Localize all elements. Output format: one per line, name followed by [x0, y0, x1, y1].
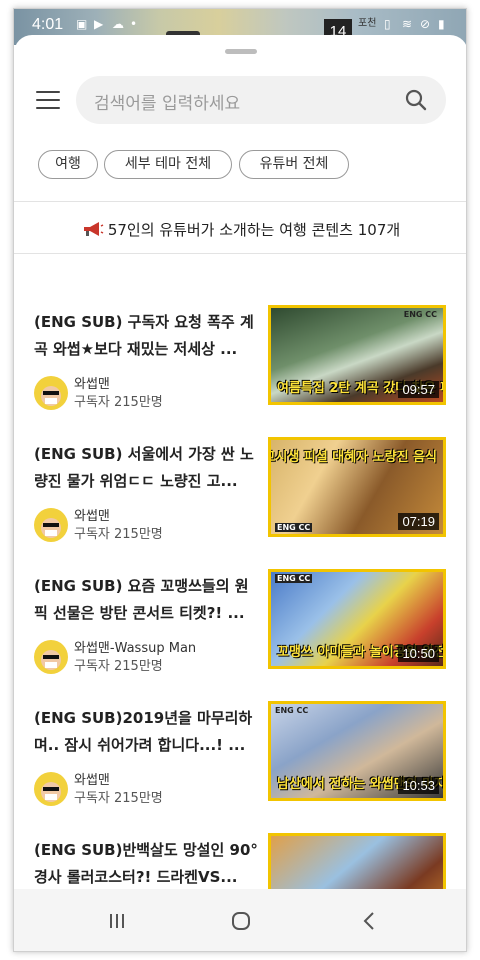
video-title[interactable]: (ENG SUB) 구독자 요청 폭주 계곡 와썹★보다 재밌는 저세상 ... [34, 309, 260, 365]
battery-icon: ▮ [438, 17, 445, 31]
chip-theme[interactable]: 세부 테마 전체 [104, 150, 232, 179]
dnd-icon: ⊘ [420, 17, 431, 31]
video-thumbnail[interactable]: ENG CC 꼬맹쓰 아미들과 놀이공원 완전정복 10:50 [268, 569, 446, 669]
channel-name: 와썹맨 [74, 377, 110, 392]
video-duration: 07:19 [398, 513, 439, 530]
channel-name: 와썹맨 [74, 509, 110, 524]
video-item[interactable]: (ENG SUB) 요즘 꼬맹쓰들의 원픽 선물은 방탄 콘서트 티켓?! ..… [14, 569, 466, 674]
divider [14, 253, 466, 254]
video-thumbnail[interactable]: ENG CC 노량알 고시생 피셜 대혜자 노량진 음식 07:19 [268, 437, 446, 537]
channel-avatar [34, 376, 68, 410]
divider [14, 201, 466, 202]
map-place-label: 포천 [358, 18, 377, 29]
search-input[interactable]: 검색어를 입력하세요 [94, 89, 240, 114]
channel-name: 와썹맨-Wassup Man [74, 641, 197, 656]
video-duration: 09:57 [398, 381, 439, 398]
notification-dot-icon: • [130, 17, 138, 31]
summary-text: 57인의 유튜버가 소개하는 여행 콘텐츠 107개 [107, 221, 401, 239]
back-icon[interactable] [354, 907, 384, 935]
home-icon[interactable] [226, 907, 256, 935]
wifi-icon: ≋ [402, 17, 413, 31]
vibrate-icon: ▯ [384, 17, 391, 31]
megaphone-icon [83, 222, 104, 236]
video-item[interactable]: (ENG SUB) 구독자 요청 폭주 계곡 와썹★보다 재밌는 저세상 ...… [14, 305, 466, 410]
video-thumbnail[interactable]: ENG CC 여름특집 2탄 계곡 갔다 찾은 파전 맛집 09:57 [268, 305, 446, 405]
video-duration: 10:53 [398, 777, 439, 794]
video-title[interactable]: (ENG SUB)반백살도 망설인 90° 경사 롤러코스터?! 드라켄VS..… [34, 837, 260, 893]
video-item[interactable]: (ENG SUB)2019년을 마무리하며.. 잠시 쉬어가려 합니다...! … [14, 701, 466, 806]
subscriber-count: 구독자 215만명 [74, 659, 163, 674]
video-duration: 10:50 [398, 645, 439, 662]
youtube-icon: ▶ [94, 17, 104, 31]
video-title[interactable]: (ENG SUB) 요즘 꼬맹쓰들의 원픽 선물은 방탄 콘서트 티켓?! ..… [34, 573, 260, 629]
status-time: 4:01 [32, 16, 64, 33]
subscriber-count: 구독자 215만명 [74, 791, 163, 806]
channel-avatar [34, 640, 68, 674]
channel-avatar [34, 772, 68, 806]
video-thumbnail[interactable]: ENG CC 남산에서 전하는 와썹맨의 마지막 인사 10:53 [268, 701, 446, 801]
channel-avatar [34, 508, 68, 542]
subscriber-count: 구독자 215만명 [74, 395, 163, 410]
video-title[interactable]: (ENG SUB)2019년을 마무리하며.. 잠시 쉬어가려 합니다...! … [34, 705, 260, 761]
phone-screen: 4:01 ▣ ▶ ☁ • 14 포천 ▯ ≋ ⊘ ▮ 검색어를 입력하세요 여행… [13, 8, 467, 952]
search-bar[interactable]: 검색어를 입력하세요 [76, 76, 446, 124]
cloud-icon: ☁ [112, 17, 124, 31]
thumbnail-caption: 노량알 고시생 피셜 대혜자 노량진 음식 [271, 450, 437, 465]
menu-icon[interactable] [36, 91, 60, 111]
results-summary: 57인의 유튜버가 소개하는 여행 콘텐츠 107개 [14, 211, 466, 249]
drag-handle[interactable] [225, 49, 257, 54]
subscriber-count: 구독자 215만명 [74, 527, 163, 542]
channel-name: 와썹맨 [74, 773, 110, 788]
video-item[interactable]: (ENG SUB) 서울에서 가장 싼 노량진 물가 위엄ㄷㄷ 노량진 고...… [14, 437, 466, 542]
system-nav-bar [14, 889, 466, 951]
chip-youtuber[interactable]: 유튜버 전체 [239, 150, 349, 179]
bottom-sheet: 검색어를 입력하세요 여행 세부 테마 전체 유튜버 전체 57인의 유튜버가 … [14, 35, 466, 951]
search-icon[interactable] [404, 88, 428, 112]
recent-apps-icon[interactable] [102, 907, 132, 935]
video-title[interactable]: (ENG SUB) 서울에서 가장 싼 노량진 물가 위엄ㄷㄷ 노량진 고... [34, 441, 260, 497]
gallery-icon: ▣ [76, 17, 88, 31]
chip-category[interactable]: 여행 [38, 150, 98, 179]
